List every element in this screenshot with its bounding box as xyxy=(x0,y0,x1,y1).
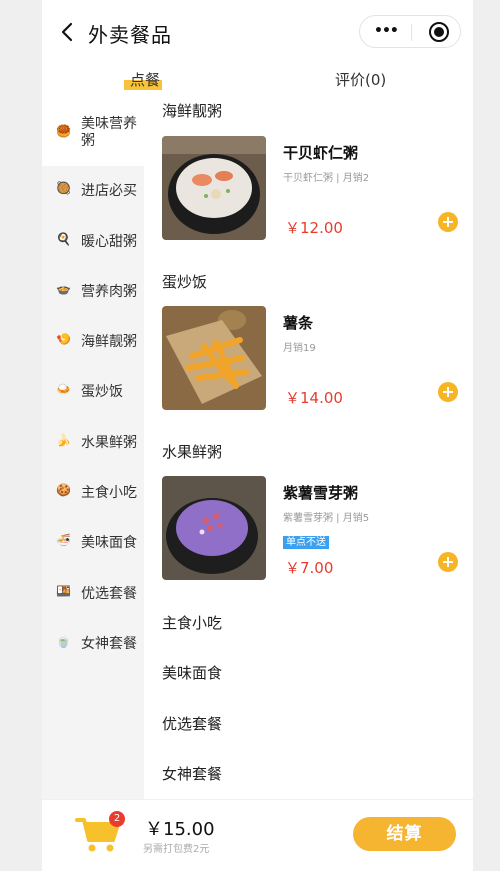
cookie-icon: 🍪 xyxy=(56,483,71,497)
checkout-button[interactable]: 结算 xyxy=(353,817,456,851)
dish-image xyxy=(162,306,266,410)
noodle-icon: 🍜 xyxy=(56,533,71,547)
section-title: 优选套餐 xyxy=(162,715,223,733)
mini-program-capsule: ••• xyxy=(359,15,461,48)
banana-icon: 🍌 xyxy=(56,433,71,447)
sidebar-item-label: 美味营养粥 xyxy=(81,116,137,149)
sidebar-item-noodles[interactable]: 🍜 美味面食 xyxy=(42,518,144,568)
tab-review[interactable]: 评价(0) xyxy=(335,69,386,90)
dish-name: 薯条 xyxy=(283,314,314,332)
dish-name: 干贝虾仁粥 xyxy=(283,144,359,162)
dish-price: ￥7.00 xyxy=(285,559,334,577)
sidebar-item-seafood-porridge[interactable]: 🍤 海鲜靓粥 xyxy=(42,317,144,367)
section-title: 主食小吃 xyxy=(162,614,223,632)
cart-total: ￥15.00 xyxy=(145,819,215,840)
more-dots-icon[interactable]: ••• xyxy=(374,23,399,39)
cart-count-badge: 2 xyxy=(109,811,125,827)
bento-icon: 🍱 xyxy=(56,584,71,598)
menu-list: 海鲜靓粥 干贝虾仁粥 干贝虾仁粥 | 月销2 ￥12.00 蛋炒饭 薯条 月销1… xyxy=(144,96,473,799)
sidebar-item-label: 营养肉粥 xyxy=(81,284,137,300)
dish-sales: 紫薯雪芽粥 | 月销5 xyxy=(283,513,370,524)
section-title: 美味面食 xyxy=(162,664,223,682)
dish-image xyxy=(162,136,266,240)
sidebar-item-fruit-porridge[interactable]: 🍌 水果鲜粥 xyxy=(42,418,144,468)
egg-icon: 🍳 xyxy=(56,232,71,246)
section-title: 海鲜靓粥 xyxy=(162,102,223,120)
add-icon[interactable] xyxy=(438,552,458,572)
sidebar-item-meat-porridge[interactable]: 🍲 营养肉粥 xyxy=(42,267,144,317)
porridge-icon: 🥮 xyxy=(56,124,71,138)
cart-bar: 2 ￥15.00 另需打包费2元 结算 xyxy=(42,799,473,871)
rice-icon: 🍛 xyxy=(56,382,71,396)
section-title: 水果鲜粥 xyxy=(162,443,223,461)
nav-bar: 外卖餐品 ••• xyxy=(42,0,473,64)
sidebar-item-label: 美味面食 xyxy=(81,535,137,551)
sidebar-item-label: 优选套餐 xyxy=(81,586,137,602)
section-title: 蛋炒饭 xyxy=(162,273,208,291)
page-title: 外卖餐品 xyxy=(88,23,172,47)
add-icon[interactable] xyxy=(438,382,458,402)
sidebar-item-sweet-porridge[interactable]: 🍳 暖心甜粥 xyxy=(42,217,144,267)
status-badge: 单点不送 xyxy=(283,536,329,549)
chevron-left-icon[interactable] xyxy=(56,20,80,44)
stew-icon: 🍲 xyxy=(56,282,71,296)
shrimp-icon: 🍤 xyxy=(56,332,71,346)
pot-icon: 🥘 xyxy=(56,181,71,195)
dish-item[interactable]: 干贝虾仁粥 干贝虾仁粥 | 月销2 ￥12.00 xyxy=(162,136,462,240)
tab-bar: 点餐 评价(0) xyxy=(42,64,473,96)
dish-sales: 干贝虾仁粥 | 月销2 xyxy=(283,173,370,184)
drink-icon: 🍵 xyxy=(56,634,71,648)
dish-sales: 月销19 xyxy=(283,343,316,354)
sidebar-item-goddess-combo[interactable]: 🍵 女神套餐 xyxy=(42,619,144,669)
sidebar-item-label: 暖心甜粥 xyxy=(81,234,137,250)
dish-item[interactable]: 薯条 月销19 ￥14.00 xyxy=(162,306,462,410)
dish-price: ￥12.00 xyxy=(285,219,343,237)
sidebar-item-must-buy[interactable]: 🥘 进店必买 xyxy=(42,166,144,216)
capsule-divider xyxy=(411,24,412,41)
dish-item[interactable]: 紫薯雪芽粥 紫薯雪芽粥 | 月销5 单点不送 ￥7.00 xyxy=(162,476,462,580)
category-sidebar: 🥮 美味营养粥 🥘 进店必买 🍳 暖心甜粥 🍲 营养肉粥 🍤 海鲜靓粥 🍛 蛋炒… xyxy=(42,96,144,799)
tab-order[interactable]: 点餐 xyxy=(130,69,160,90)
phone-screen: 外卖餐品 ••• 点餐 评价(0) 🥮 美味营养粥 🥘 进店必买 🍳 暖心甜粥 … xyxy=(42,0,473,871)
sidebar-item-porridge[interactable]: 🥮 美味营养粥 xyxy=(42,96,144,166)
add-icon[interactable] xyxy=(438,212,458,232)
sidebar-item-label: 水果鲜粥 xyxy=(81,435,137,451)
sidebar-item-snacks[interactable]: 🍪 主食小吃 xyxy=(42,468,144,518)
sidebar-item-label: 海鲜靓粥 xyxy=(81,334,137,350)
dish-price: ￥14.00 xyxy=(285,389,343,407)
sidebar-item-fried-rice[interactable]: 🍛 蛋炒饭 xyxy=(42,367,144,417)
sidebar-item-label: 主食小吃 xyxy=(81,485,137,501)
sidebar-item-label: 女神套餐 xyxy=(81,636,137,652)
sidebar-item-combo[interactable]: 🍱 优选套餐 xyxy=(42,569,144,619)
packing-fee-note: 另需打包费2元 xyxy=(143,844,210,855)
sidebar-item-label: 蛋炒饭 xyxy=(81,384,123,400)
section-title: 女神套餐 xyxy=(162,765,223,783)
record-icon[interactable] xyxy=(429,22,449,42)
dish-name: 紫薯雪芽粥 xyxy=(283,484,359,502)
sidebar-item-label: 进店必买 xyxy=(81,183,137,199)
dish-image xyxy=(162,476,266,580)
